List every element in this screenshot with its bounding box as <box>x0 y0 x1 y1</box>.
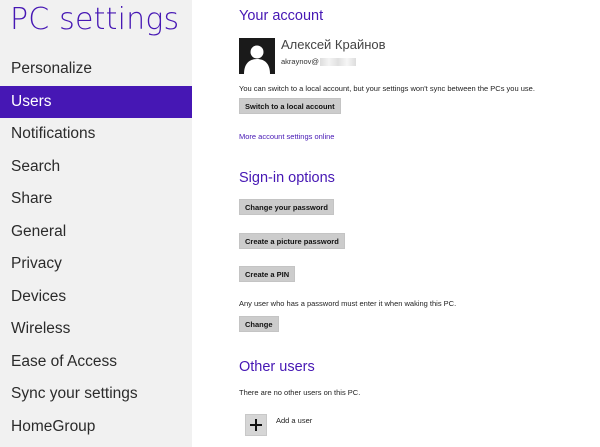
sidebar-item-share[interactable]: Share <box>0 183 192 215</box>
no-other-users-note: There are no other users on this PC. <box>239 388 361 397</box>
your-account-heading: Your account <box>239 8 324 24</box>
user-silhouette-icon <box>239 38 275 74</box>
add-user-button[interactable] <box>245 414 267 436</box>
add-user-label[interactable]: Add a user <box>276 416 312 425</box>
sidebar-item-search[interactable]: Search <box>0 151 192 183</box>
create-picture-password-button[interactable]: Create a picture password <box>239 233 345 249</box>
user-name: Алексей Крайнов <box>281 37 386 52</box>
switch-local-account-button[interactable]: Switch to a local account <box>239 98 341 114</box>
email-redaction <box>320 58 357 67</box>
sidebar-item-devices[interactable]: Devices <box>0 281 192 313</box>
sidebar-item-homegroup[interactable]: HomeGroup <box>0 411 192 443</box>
change-password-button[interactable]: Change your password <box>239 199 334 215</box>
wake-password-note: Any user who has a password must enter i… <box>239 299 457 308</box>
sidebar-item-wireless[interactable]: Wireless <box>0 313 192 345</box>
app-title: PC settings <box>10 2 180 37</box>
sidebar-item-privacy[interactable]: Privacy <box>0 248 192 280</box>
sidebar-item-ease-of-access[interactable]: Ease of Access <box>0 346 192 378</box>
other-users-heading: Other users <box>239 359 315 375</box>
user-email-text: akraynov@ <box>281 57 320 66</box>
sidebar-item-personalize[interactable]: Personalize <box>0 53 192 85</box>
sidebar-item-sync-settings[interactable]: Sync your settings <box>0 378 192 410</box>
sidebar-item-general[interactable]: General <box>0 216 192 248</box>
main-panel: Your account Алексей Крайнов akraynov@ Y… <box>192 0 600 447</box>
change-wake-setting-button[interactable]: Change <box>239 316 279 332</box>
plus-icon <box>250 419 262 431</box>
more-account-settings-link[interactable]: More account settings online <box>239 132 334 141</box>
sidebar: PC settings Personalize Users Notificati… <box>0 0 192 447</box>
create-pin-button[interactable]: Create a PIN <box>239 266 296 282</box>
local-account-note: You can switch to a local account, but y… <box>239 84 535 93</box>
user-email: akraynov@ <box>281 57 357 67</box>
sidebar-item-notifications[interactable]: Notifications <box>0 118 192 150</box>
sidebar-item-users[interactable]: Users <box>0 86 192 118</box>
sign-in-options-heading: Sign-in options <box>239 170 335 186</box>
